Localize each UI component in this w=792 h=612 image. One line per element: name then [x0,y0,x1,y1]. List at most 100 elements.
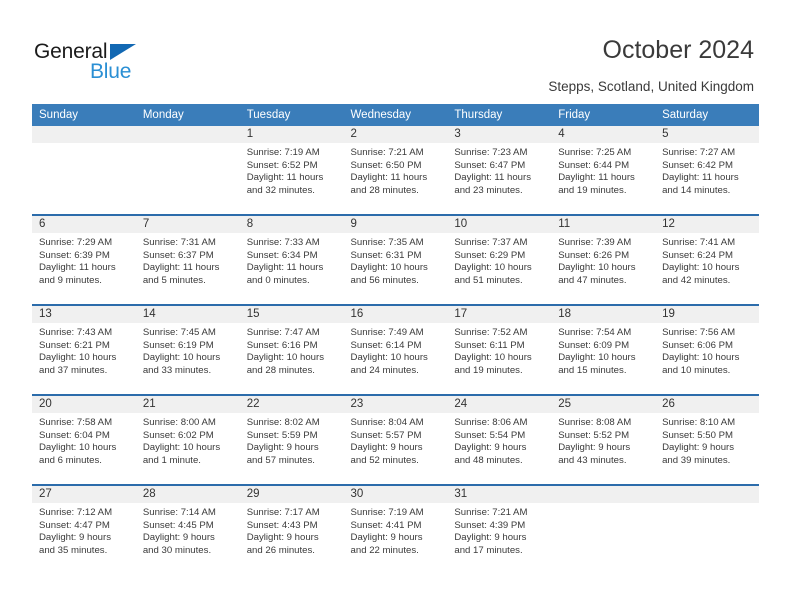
day-number: 12 [655,216,759,233]
sunset-time: Sunset: 6:50 PM [350,159,422,171]
daylight-duration-line1: Daylight: 9 hours [558,442,631,454]
calendar-day-cell[interactable]: 6 Sunrise: 7:29 AM Sunset: 6:39 PM Daylight… [32,214,136,305]
day-details: Sunrise: 8:04 AM Sunset: 5:57 PM Daylight:… [344,413,448,467]
sunrise-time: Sunrise: 7:35 AM [350,237,424,248]
sunset-time: Sunset: 6:52 PM [246,159,318,171]
calendar-week-row: 27 Sunrise: 7:12 AM Sunset: 4:47 PM Dayligh… [32,484,759,574]
sunrise-time: Sunrise: 7:21 AM [454,507,528,518]
sunrise-time: Sunrise: 7:12 AM [39,507,113,518]
sunset-time: Sunset: 6:06 PM [662,339,733,351]
day-number: 19 [655,306,759,323]
calendar-day-cell[interactable]: 22 Sunrise: 8:02 AM Sunset: 5:59 PM Dayligh… [239,394,344,485]
calendar-day-cell[interactable]: 7 Sunrise: 7:31 AM Sunset: 6:37 PM Daylight… [135,214,240,305]
calendar-week-row: 20 Sunrise: 7:58 AM Sunset: 6:04 PM Dayligh… [32,394,759,485]
calendar-day-cell[interactable]: 19 Sunrise: 7:56 AM Sunset: 6:06 PM Dayligh… [655,304,759,395]
daylight-duration-line1: Daylight: 9 hours [454,532,527,544]
sunset-time: Sunset: 6:42 PM [662,159,733,171]
day-number: 9 [343,216,448,233]
daylight-duration-line2: and 35 minutes. [39,544,108,556]
daylight-duration-line2: and 26 minutes. [246,544,315,556]
day-number: 15 [239,306,344,323]
day-details: Sunrise: 7:43 AM Sunset: 6:21 PM Daylight:… [32,323,136,377]
sunset-time: Sunset: 4:45 PM [142,519,214,531]
daylight-duration-line2: and 52 minutes. [350,454,419,466]
calendar-day-cell[interactable]: 8 Sunrise: 7:33 AM Sunset: 6:34 PM Daylight… [239,214,344,305]
calendar-day-cell[interactable]: 1 Sunrise: 7:19 AM Sunset: 6:52 PM Daylight… [239,126,344,215]
calendar-day-cell[interactable]: 21 Sunrise: 8:00 AM Sunset: 6:02 PM Dayligh… [135,394,240,485]
daylight-duration-line1: Daylight: 10 hours [350,262,428,274]
sunset-time: Sunset: 6:26 PM [558,249,630,261]
sunrise-time: Sunrise: 8:10 AM [662,417,736,428]
calendar-day-cell-empty [551,484,656,574]
calendar-day-cell[interactable]: 24 Sunrise: 8:06 AM Sunset: 5:54 PM Dayligh… [447,394,552,485]
calendar-day-cell[interactable]: 11 Sunrise: 7:39 AM Sunset: 6:26 PM Dayligh… [551,214,656,305]
day-number: 30 [343,486,448,503]
calendar-day-cell-empty [135,126,240,215]
day-details: Sunrise: 7:33 AM Sunset: 6:34 PM Daylight:… [240,233,344,287]
day-details: Sunrise: 7:12 AM Sunset: 4:47 PM Daylight:… [32,503,136,557]
calendar-day-cell[interactable]: 14 Sunrise: 7:45 AM Sunset: 6:19 PM Dayligh… [135,304,240,395]
day-number: 11 [551,216,656,233]
calendar-day-cell[interactable]: 12 Sunrise: 7:41 AM Sunset: 6:24 PM Dayligh… [655,214,759,305]
calendar-day-cell[interactable]: 25 Sunrise: 8:08 AM Sunset: 5:52 PM Dayligh… [551,394,656,485]
calendar-day-cell[interactable]: 3 Sunrise: 7:23 AM Sunset: 6:47 PM Daylight… [447,126,552,215]
calendar-day-cell[interactable]: 9 Sunrise: 7:35 AM Sunset: 6:31 PM Daylight… [343,214,448,305]
calendar-day-cell[interactable]: 20 Sunrise: 7:58 AM Sunset: 6:04 PM Dayligh… [32,394,136,485]
calendar-day-cell[interactable]: 2 Sunrise: 7:21 AM Sunset: 6:50 PM Daylight… [343,126,448,215]
calendar-day-cell[interactable]: 30 Sunrise: 7:19 AM Sunset: 4:41 PM Dayligh… [343,484,448,574]
day-details: Sunrise: 8:08 AM Sunset: 5:52 PM Daylight:… [551,413,655,467]
daylight-duration-line1: Daylight: 11 hours [454,172,531,184]
sunset-time: Sunset: 6:37 PM [142,249,214,261]
day-details: Sunrise: 7:21 AM Sunset: 4:39 PM Daylight:… [447,503,551,557]
sunrise-time: Sunrise: 7:43 AM [39,327,113,338]
calendar-day-cell[interactable]: 5 Sunrise: 7:27 AM Sunset: 6:42 PM Daylight… [655,126,759,215]
day-details: Sunrise: 7:41 AM Sunset: 6:24 PM Daylight:… [655,233,759,287]
sunset-time: Sunset: 6:39 PM [39,249,110,261]
calendar-day-cell[interactable]: 13 Sunrise: 7:43 AM Sunset: 6:21 PM Dayligh… [32,304,136,395]
calendar-day-cell[interactable]: 18 Sunrise: 7:54 AM Sunset: 6:09 PM Dayligh… [551,304,656,395]
sunrise-time: Sunrise: 7:58 AM [39,417,113,428]
day-details: Sunrise: 7:21 AM Sunset: 6:50 PM Daylight:… [344,143,448,197]
sunrise-time: Sunrise: 7:52 AM [454,327,528,338]
calendar-day-cell[interactable]: 4 Sunrise: 7:25 AM Sunset: 6:44 PM Daylight… [551,126,656,215]
sunrise-time: Sunrise: 8:00 AM [142,417,216,428]
calendar-page: General Blue October 2024 Stepps, Scotla… [0,0,792,612]
calendar-day-cell[interactable]: 28 Sunrise: 7:14 AM Sunset: 4:45 PM Dayligh… [135,484,240,574]
sunrise-time: Sunrise: 7:19 AM [246,147,320,158]
day-details: Sunrise: 7:45 AM Sunset: 6:19 PM Daylight:… [136,323,240,377]
sunrise-time: Sunrise: 8:04 AM [350,417,424,428]
daylight-duration-line2: and 39 minutes. [662,454,731,466]
general-blue-logo[interactable]: General Blue [34,40,234,90]
calendar-day-cell[interactable]: 15 Sunrise: 7:47 AM Sunset: 6:16 PM Dayligh… [239,304,344,395]
day-details: Sunrise: 7:19 AM Sunset: 4:41 PM Daylight:… [344,503,448,557]
calendar-day-cell[interactable]: 31 Sunrise: 7:21 AM Sunset: 4:39 PM Dayligh… [447,484,552,574]
daylight-duration-line1: Daylight: 10 hours [39,442,117,454]
daylight-duration-line2: and 19 minutes. [558,184,627,196]
page-header: General Blue October 2024 Stepps, Scotla… [0,0,792,100]
daylight-duration-line2: and 57 minutes. [246,454,315,466]
calendar-day-cell[interactable]: 10 Sunrise: 7:37 AM Sunset: 6:29 PM Dayligh… [447,214,552,305]
sunset-time: Sunset: 4:39 PM [454,519,526,531]
calendar-day-cell[interactable]: 16 Sunrise: 7:49 AM Sunset: 6:14 PM Dayligh… [343,304,448,395]
sunrise-time: Sunrise: 7:33 AM [246,237,320,248]
sunset-time: Sunset: 6:44 PM [558,159,630,171]
calendar-day-cell[interactable]: 26 Sunrise: 8:10 AM Sunset: 5:50 PM Dayligh… [655,394,759,485]
calendar-day-cell[interactable]: 29 Sunrise: 7:17 AM Sunset: 4:43 PM Dayligh… [239,484,344,574]
daylight-duration-line2: and 42 minutes. [662,274,731,286]
day-number: 29 [239,486,344,503]
weekday-header-monday: Monday [135,104,240,126]
day-number: 24 [447,396,552,413]
day-details: Sunrise: 7:47 AM Sunset: 6:16 PM Daylight:… [240,323,344,377]
sunrise-time: Sunrise: 7:21 AM [350,147,424,158]
calendar-day-cell[interactable]: 17 Sunrise: 7:52 AM Sunset: 6:11 PM Dayligh… [447,304,552,395]
calendar-day-cell[interactable]: 27 Sunrise: 7:12 AM Sunset: 4:47 PM Dayligh… [32,484,136,574]
day-number: 27 [32,486,136,503]
sunset-time: Sunset: 6:04 PM [39,429,110,441]
day-number: 2 [343,126,448,143]
sunrise-time: Sunrise: 7:27 AM [662,147,736,158]
daylight-duration-line1: Daylight: 11 hours [350,172,428,184]
sunset-time: Sunset: 6:02 PM [142,429,214,441]
day-number: 31 [447,486,552,503]
calendar-day-cell[interactable]: 23 Sunrise: 8:04 AM Sunset: 5:57 PM Dayligh… [343,394,448,485]
day-number: 22 [239,396,344,413]
